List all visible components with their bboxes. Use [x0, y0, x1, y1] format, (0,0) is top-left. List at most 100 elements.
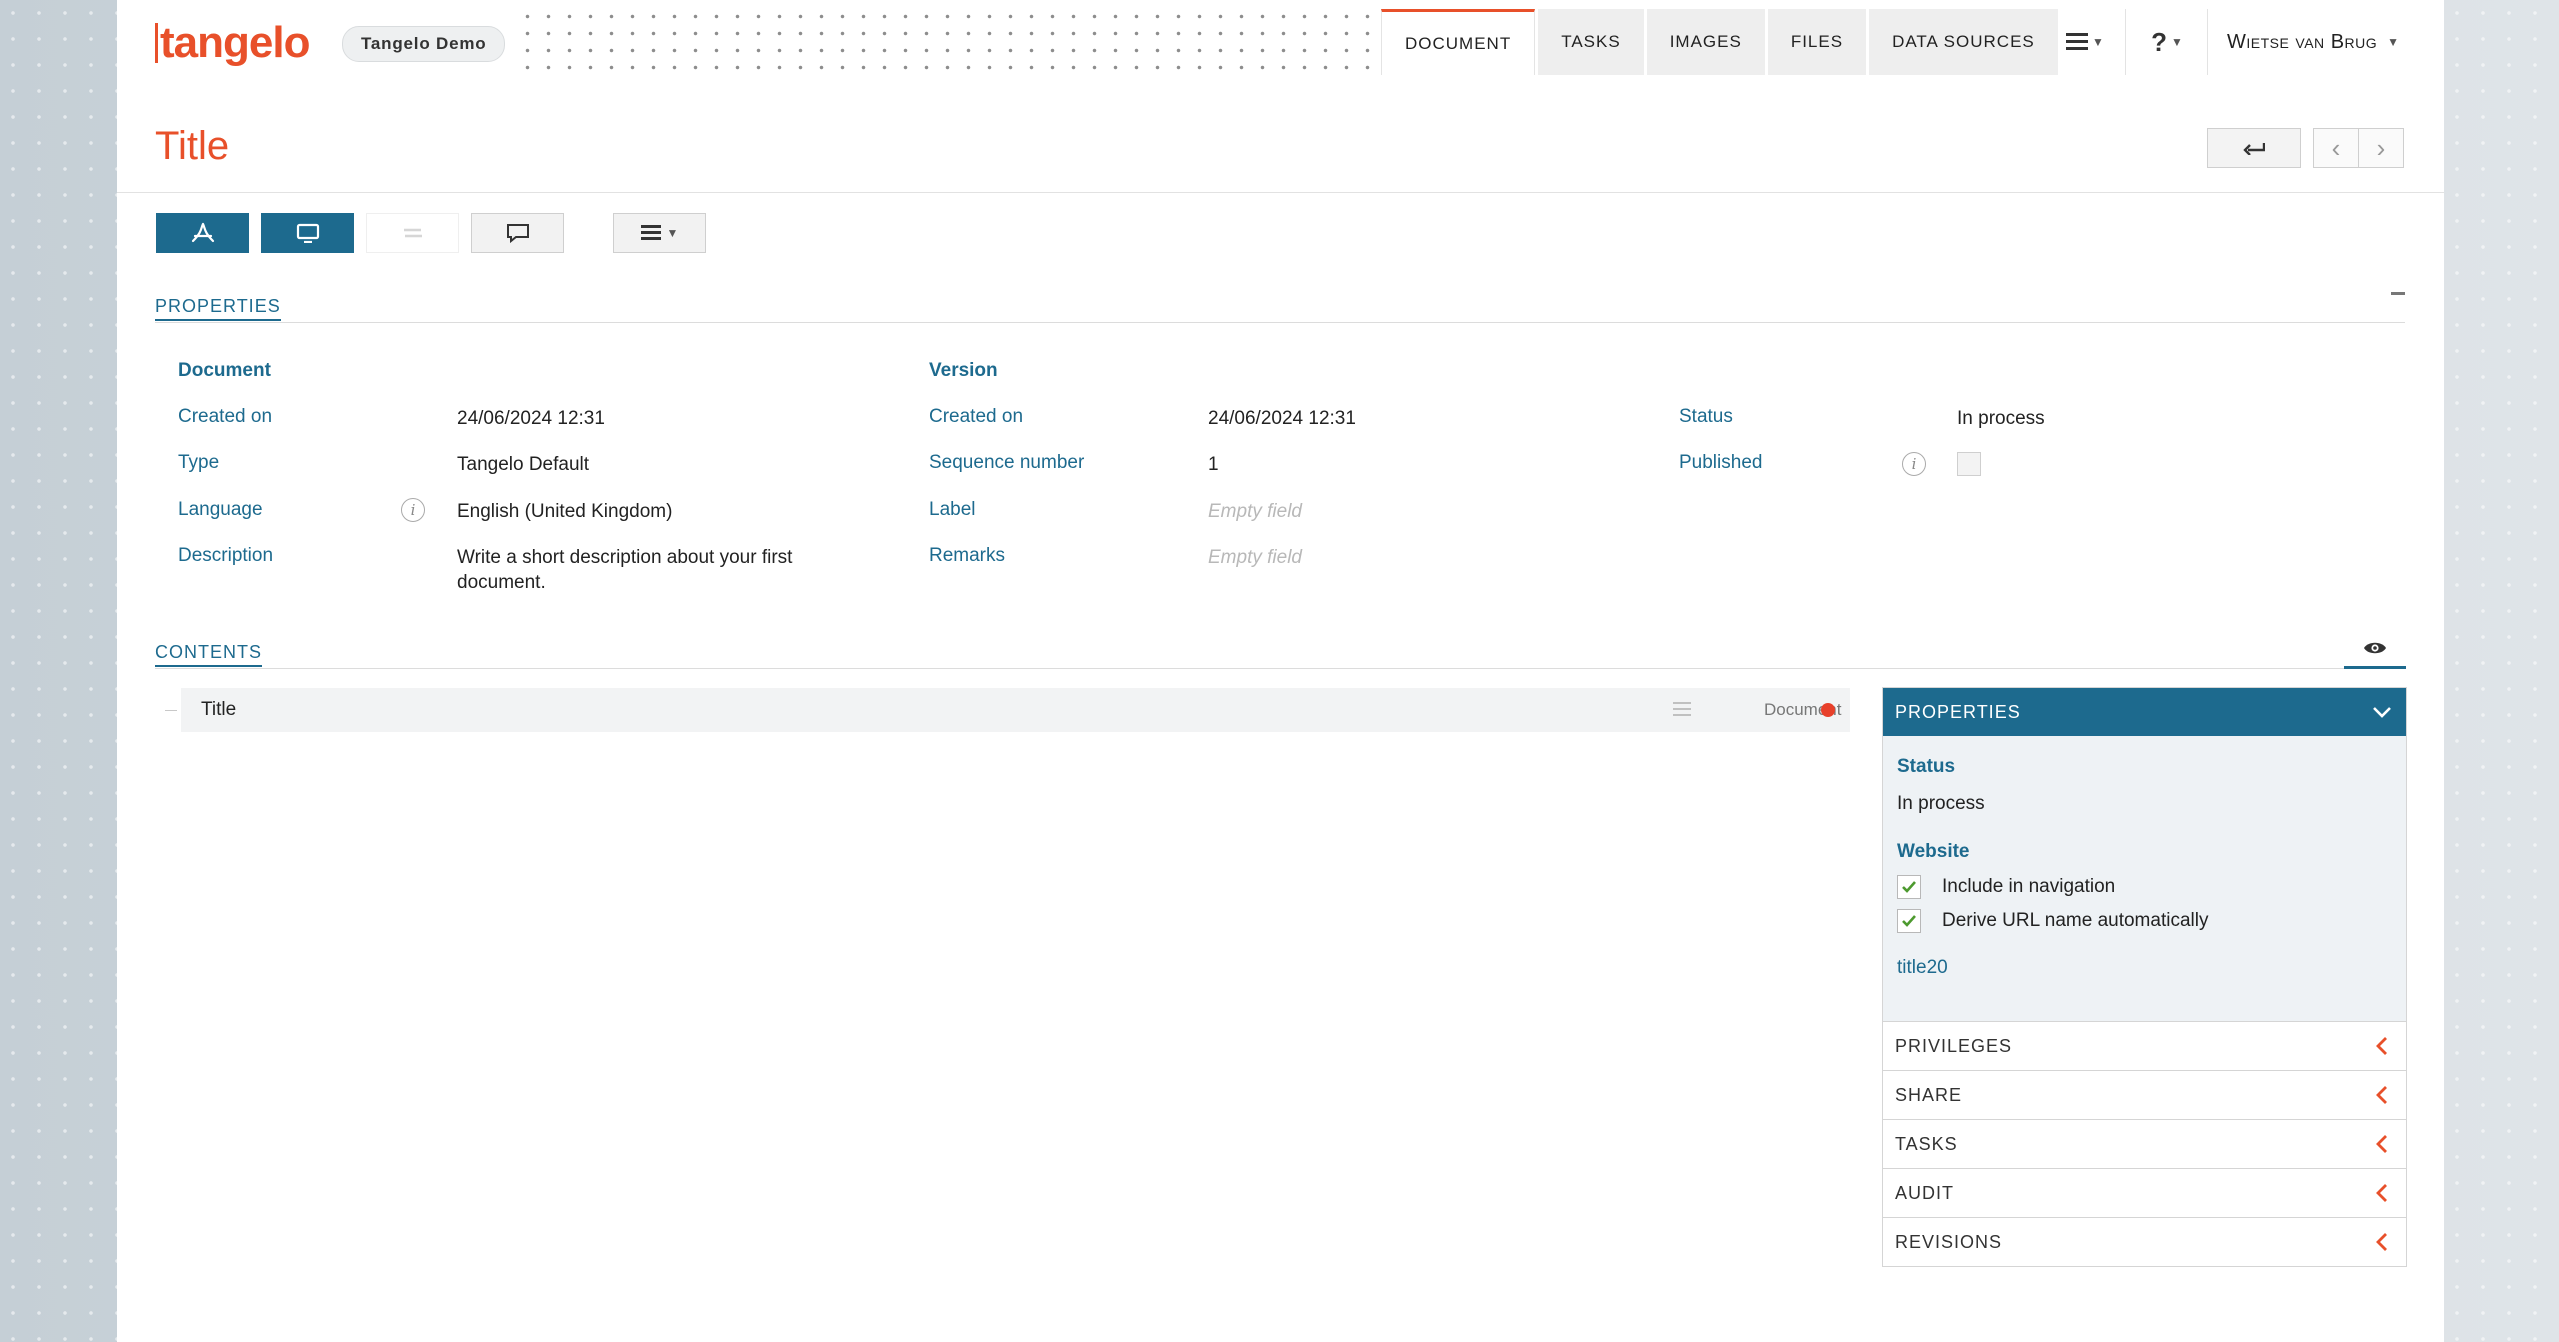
- pdf-icon: [191, 222, 214, 243]
- divider: [2125, 9, 2126, 75]
- page-title: Title: [155, 124, 230, 168]
- derive-url-checkbox[interactable]: [1897, 909, 1921, 933]
- help-icon: ?: [2151, 26, 2167, 57]
- tab-data-sources[interactable]: DATA SOURCES: [1869, 9, 2058, 75]
- pdf-button[interactable]: [156, 213, 249, 253]
- side-panel-header[interactable]: PROPERTIES: [1883, 688, 2406, 736]
- chevron-down-icon: ▼: [2171, 35, 2183, 49]
- include-nav-label: Include in navigation: [1942, 876, 2116, 897]
- monitor-icon: [296, 223, 319, 243]
- doc-language-value: English (United Kingdom): [457, 501, 673, 522]
- next-button[interactable]: ›: [2358, 128, 2404, 168]
- contents-section-header[interactable]: CONTENTS: [155, 642, 262, 667]
- chevron-down-icon: ▼: [2387, 35, 2400, 49]
- drag-handle-icon[interactable]: [1673, 702, 1691, 718]
- chevron-right-icon: ›: [2376, 132, 2386, 163]
- accordion-revisions[interactable]: REVISIONS: [1883, 1217, 2406, 1266]
- environment-badge: Tangelo Demo: [342, 26, 506, 62]
- doc-description-value: Write a short description about your fir…: [457, 547, 793, 593]
- ver-remarks-label: Remarks: [929, 545, 1006, 566]
- document-heading: Document: [178, 360, 271, 381]
- chevron-left-icon: [2376, 1184, 2387, 1202]
- decorative-dots: [517, 8, 1469, 76]
- published-checkbox[interactable]: [1957, 452, 1981, 476]
- tangelo-logo[interactable]: tangelo: [155, 16, 310, 70]
- content-item[interactable]: Title Document: [181, 688, 1850, 732]
- tab-tasks[interactable]: TASKS: [1538, 9, 1644, 75]
- panel-status-value: In process: [1897, 793, 1985, 814]
- tab-images[interactable]: IMAGES: [1646, 9, 1765, 75]
- chevron-left-icon: [2376, 1135, 2387, 1153]
- chevron-down-icon: [2373, 707, 2391, 718]
- doc-created-on-label: Created on: [178, 406, 273, 427]
- actions-menu-button[interactable]: ▼: [613, 213, 706, 253]
- content-item-title: Title: [201, 699, 237, 720]
- info-icon[interactable]: i: [401, 498, 425, 522]
- ver-remarks-value[interactable]: Empty field: [1208, 545, 1302, 570]
- side-panel-title: PROPERTIES: [1895, 701, 2021, 722]
- chevron-down-icon: ▼: [666, 226, 679, 240]
- properties-rule: [155, 322, 2405, 323]
- title-divider: [117, 192, 2444, 193]
- url-name-link[interactable]: title20: [1897, 957, 2392, 979]
- prev-button[interactable]: ‹: [2313, 128, 2359, 168]
- main-menu-button[interactable]: ▼: [2053, 9, 2117, 75]
- compare-button[interactable]: [366, 213, 459, 253]
- side-panel-body: Status In process Website Include in nav…: [1883, 736, 2406, 1021]
- accordion-audit[interactable]: AUDIT: [1883, 1168, 2406, 1217]
- ver-sequence-label: Sequence number: [929, 452, 1085, 473]
- properties-section-header[interactable]: PROPERTIES: [155, 296, 281, 321]
- chevron-down-icon: ▼: [2092, 35, 2104, 49]
- panel-website-label: Website: [1897, 841, 1970, 862]
- accordion-label: REVISIONS: [1895, 1231, 2003, 1252]
- main-nav: DOCUMENT TASKS IMAGES FILES DATA SOURCES: [1381, 9, 2061, 75]
- derive-url-label: Derive URL name automatically: [1942, 910, 2209, 931]
- tab-files[interactable]: FILES: [1767, 9, 1867, 75]
- eye-icon: [2364, 642, 2386, 654]
- ver-created-on-value: 24/06/2024 12:31: [1208, 408, 1356, 429]
- ver-label-value[interactable]: Empty field: [1208, 499, 1302, 524]
- doc-description-label: Description: [178, 545, 274, 566]
- checkmark-icon: [1902, 915, 1916, 927]
- status-value: In process: [1957, 408, 2045, 429]
- accordion-privileges[interactable]: PRIVILEGES: [1883, 1021, 2406, 1070]
- contents-rule: [155, 668, 2405, 669]
- accordion-label: SHARE: [1895, 1084, 1963, 1105]
- user-name: Wietse van Brug: [2227, 30, 2378, 53]
- comment-button[interactable]: [471, 213, 564, 253]
- collapse-icon[interactable]: [2391, 292, 2405, 295]
- view-toggle[interactable]: [2344, 630, 2406, 669]
- status-label: Status: [1679, 406, 1733, 427]
- accordion-share[interactable]: SHARE: [1883, 1070, 2406, 1119]
- return-arrow-icon: [2243, 143, 2265, 155]
- preview-button[interactable]: [261, 213, 354, 253]
- comment-icon: [506, 224, 529, 244]
- panel-status-label: Status: [1897, 756, 1956, 777]
- compare-icon: [403, 228, 422, 238]
- back-button[interactable]: [2207, 128, 2301, 168]
- page-container: tangelo Tangelo Demo DOCUMENT TASKS IMAG…: [117, 0, 2444, 1342]
- chevron-left-icon: ‹: [2331, 132, 2341, 163]
- tab-document[interactable]: DOCUMENT: [1381, 9, 1536, 75]
- pager: ‹ ›: [2313, 128, 2404, 168]
- version-heading: Version: [929, 360, 998, 381]
- ver-created-on-label: Created on: [929, 406, 1024, 427]
- chevron-left-icon: [2376, 1086, 2387, 1104]
- tree-connector: [165, 710, 177, 711]
- hamburger-icon: [2066, 33, 2089, 50]
- divider: [2207, 9, 2208, 75]
- side-panel: PROPERTIES Status In process Website Inc…: [1882, 687, 2407, 1267]
- accordion-tasks[interactable]: TASKS: [1883, 1119, 2406, 1168]
- include-nav-checkbox[interactable]: [1897, 875, 1921, 899]
- user-menu[interactable]: Wietse van Brug ▼: [2227, 9, 2400, 75]
- info-icon[interactable]: i: [1902, 452, 1926, 476]
- help-button[interactable]: ? ▼: [2137, 9, 2197, 75]
- accordion-label: AUDIT: [1895, 1182, 1954, 1203]
- ver-sequence-value: 1: [1208, 454, 1219, 475]
- ver-label-label: Label: [929, 499, 976, 520]
- published-label: Published: [1679, 452, 1763, 473]
- accordion-label: PRIVILEGES: [1895, 1035, 2013, 1056]
- accordion-label: TASKS: [1895, 1133, 1958, 1154]
- doc-type-value: Tangelo Default: [457, 454, 590, 475]
- doc-language-label: Language: [178, 499, 263, 520]
